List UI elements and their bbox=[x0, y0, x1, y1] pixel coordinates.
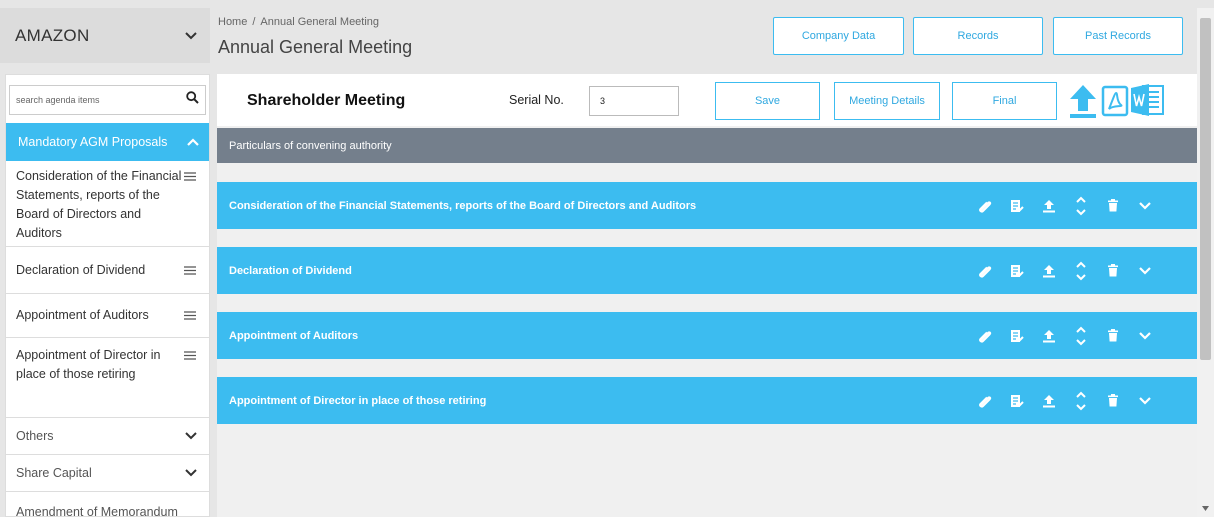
page-header: Home / Annual General Meeting Annual Gener… bbox=[210, 8, 1195, 63]
search-box bbox=[9, 85, 206, 115]
company-name: AMAZON bbox=[15, 25, 90, 45]
sidebar-item-label: Consideration of the Financial Statement… bbox=[16, 169, 182, 240]
chevron-down-icon[interactable] bbox=[1129, 324, 1161, 348]
sidebar-item-label: Declaration of Dividend bbox=[16, 262, 146, 277]
chevron-down-icon[interactable] bbox=[185, 429, 197, 443]
agenda-title: Appointment of Director in place of thos… bbox=[229, 394, 487, 407]
delete-icon[interactable] bbox=[1097, 324, 1129, 348]
drag-handle-icon[interactable] bbox=[183, 265, 197, 275]
attachment-icon[interactable] bbox=[969, 324, 1001, 348]
sidebar-category-others[interactable]: Others bbox=[6, 418, 209, 455]
edit-document-icon[interactable] bbox=[1001, 324, 1033, 348]
breadcrumb-current: Annual General Meeting bbox=[260, 16, 380, 28]
pdf-icon[interactable] bbox=[1101, 85, 1129, 122]
save-button[interactable]: Save bbox=[715, 82, 820, 120]
agenda-actions bbox=[969, 389, 1161, 413]
sidebar-category-share-capital[interactable]: Share Capital bbox=[6, 455, 209, 492]
scroll-down-arrow-icon[interactable] bbox=[1201, 504, 1210, 513]
page-title: Annual General Meeting bbox=[218, 37, 413, 57]
meeting-details-button[interactable]: Meeting Details bbox=[834, 82, 940, 120]
company-data-button[interactable]: Company Data bbox=[773, 17, 904, 55]
agenda-actions bbox=[969, 324, 1161, 348]
chevron-up-icon[interactable] bbox=[187, 135, 199, 149]
edit-document-icon[interactable] bbox=[1001, 259, 1033, 283]
agenda-row[interactable]: Appointment of Auditors bbox=[217, 312, 1197, 359]
sidebar-section-label: Mandatory AGM Proposals bbox=[18, 135, 168, 149]
agenda-row[interactable]: Appointment of Director in place of thos… bbox=[217, 377, 1197, 424]
chevron-down-icon[interactable] bbox=[1129, 389, 1161, 413]
drag-handle-icon[interactable] bbox=[183, 167, 197, 246]
agenda-actions bbox=[969, 259, 1161, 283]
sidebar-item-label: Appointment of Auditors bbox=[16, 308, 149, 322]
attachment-icon[interactable] bbox=[969, 259, 1001, 283]
sidebar-item-label: Appointment of Director in place of thos… bbox=[16, 348, 161, 381]
page-scrollbar[interactable] bbox=[1197, 8, 1214, 517]
drag-handle-icon[interactable] bbox=[183, 311, 197, 320]
breadcrumb-separator: / bbox=[252, 16, 256, 28]
agenda-row[interactable]: Declaration of Dividend bbox=[217, 247, 1197, 294]
agenda-sidebar: Mandatory AGM Proposals Consideration of… bbox=[5, 74, 210, 517]
agenda-title: Consideration of the Financial Statement… bbox=[229, 199, 697, 212]
meeting-title: Shareholder Meeting bbox=[247, 92, 406, 109]
final-button[interactable]: Final bbox=[952, 82, 1057, 120]
breadcrumb-home[interactable]: Home bbox=[218, 16, 247, 28]
agenda-title: Appointment of Auditors bbox=[229, 329, 359, 342]
drag-handle-icon[interactable] bbox=[183, 346, 197, 417]
delete-icon[interactable] bbox=[1097, 389, 1129, 413]
upload-icon[interactable] bbox=[1068, 83, 1098, 124]
agenda-actions bbox=[969, 194, 1161, 218]
company-selector[interactable]: AMAZON bbox=[0, 8, 210, 63]
meeting-toolbar: Shareholder Meeting Serial No. Save Meet… bbox=[217, 74, 1197, 126]
agenda-row[interactable]: Consideration of the Financial Statement… bbox=[217, 182, 1197, 229]
sidebar-category-label: Share Capital bbox=[16, 466, 92, 480]
upload-icon[interactable] bbox=[1033, 324, 1065, 348]
reorder-arrows-icon[interactable] bbox=[1065, 259, 1097, 283]
search-input[interactable] bbox=[16, 95, 186, 105]
breadcrumb: Home / Annual General Meeting bbox=[218, 16, 379, 28]
sidebar-item-declaration-dividend[interactable]: Declaration of Dividend bbox=[6, 247, 209, 294]
reorder-arrows-icon[interactable] bbox=[1065, 389, 1097, 413]
sidebar-category-label: Amendment of Memorandum bbox=[16, 505, 178, 517]
reorder-arrows-icon[interactable] bbox=[1065, 324, 1097, 348]
chevron-down-icon[interactable] bbox=[1129, 194, 1161, 218]
attachment-icon[interactable] bbox=[969, 389, 1001, 413]
delete-icon[interactable] bbox=[1097, 259, 1129, 283]
records-button[interactable]: Records bbox=[913, 17, 1043, 55]
sidebar-section-mandatory-agm[interactable]: Mandatory AGM Proposals bbox=[6, 123, 209, 161]
sidebar-item-financial-statements[interactable]: Consideration of the Financial Statement… bbox=[6, 161, 209, 247]
edit-document-icon[interactable] bbox=[1001, 194, 1033, 218]
serial-label: Serial No. bbox=[509, 93, 564, 107]
upload-icon[interactable] bbox=[1033, 389, 1065, 413]
edit-document-icon[interactable] bbox=[1001, 389, 1033, 413]
upload-icon[interactable] bbox=[1033, 259, 1065, 283]
sidebar-item-appointment-auditors[interactable]: Appointment of Auditors bbox=[6, 294, 209, 338]
convening-authority-bar[interactable]: Particulars of convening authority bbox=[217, 128, 1197, 163]
agenda-title: Declaration of Dividend bbox=[229, 264, 352, 277]
main-panel: Shareholder Meeting Serial No. Save Meet… bbox=[217, 74, 1197, 517]
chevron-down-icon[interactable] bbox=[1129, 259, 1161, 283]
chevron-down-icon[interactable] bbox=[184, 29, 198, 43]
scrollbar-thumb[interactable] bbox=[1200, 18, 1211, 360]
sidebar-item-appointment-director[interactable]: Appointment of Director in place of thos… bbox=[6, 338, 209, 418]
attachment-icon[interactable] bbox=[969, 194, 1001, 218]
past-records-button[interactable]: Past Records bbox=[1053, 17, 1183, 55]
sidebar-category-amendment-memorandum[interactable]: Amendment of Memorandum bbox=[6, 492, 209, 517]
app-root: AMAZON Home / Annual General Meeting Annua… bbox=[0, 0, 1214, 517]
upload-icon[interactable] bbox=[1033, 194, 1065, 218]
search-icon[interactable] bbox=[186, 91, 199, 109]
delete-icon[interactable] bbox=[1097, 194, 1129, 218]
chevron-down-icon[interactable] bbox=[185, 466, 197, 480]
sidebar-category-label: Others bbox=[16, 429, 54, 443]
reorder-arrows-icon[interactable] bbox=[1065, 194, 1097, 218]
word-icon[interactable] bbox=[1131, 82, 1165, 123]
serial-number-input[interactable] bbox=[589, 86, 679, 116]
